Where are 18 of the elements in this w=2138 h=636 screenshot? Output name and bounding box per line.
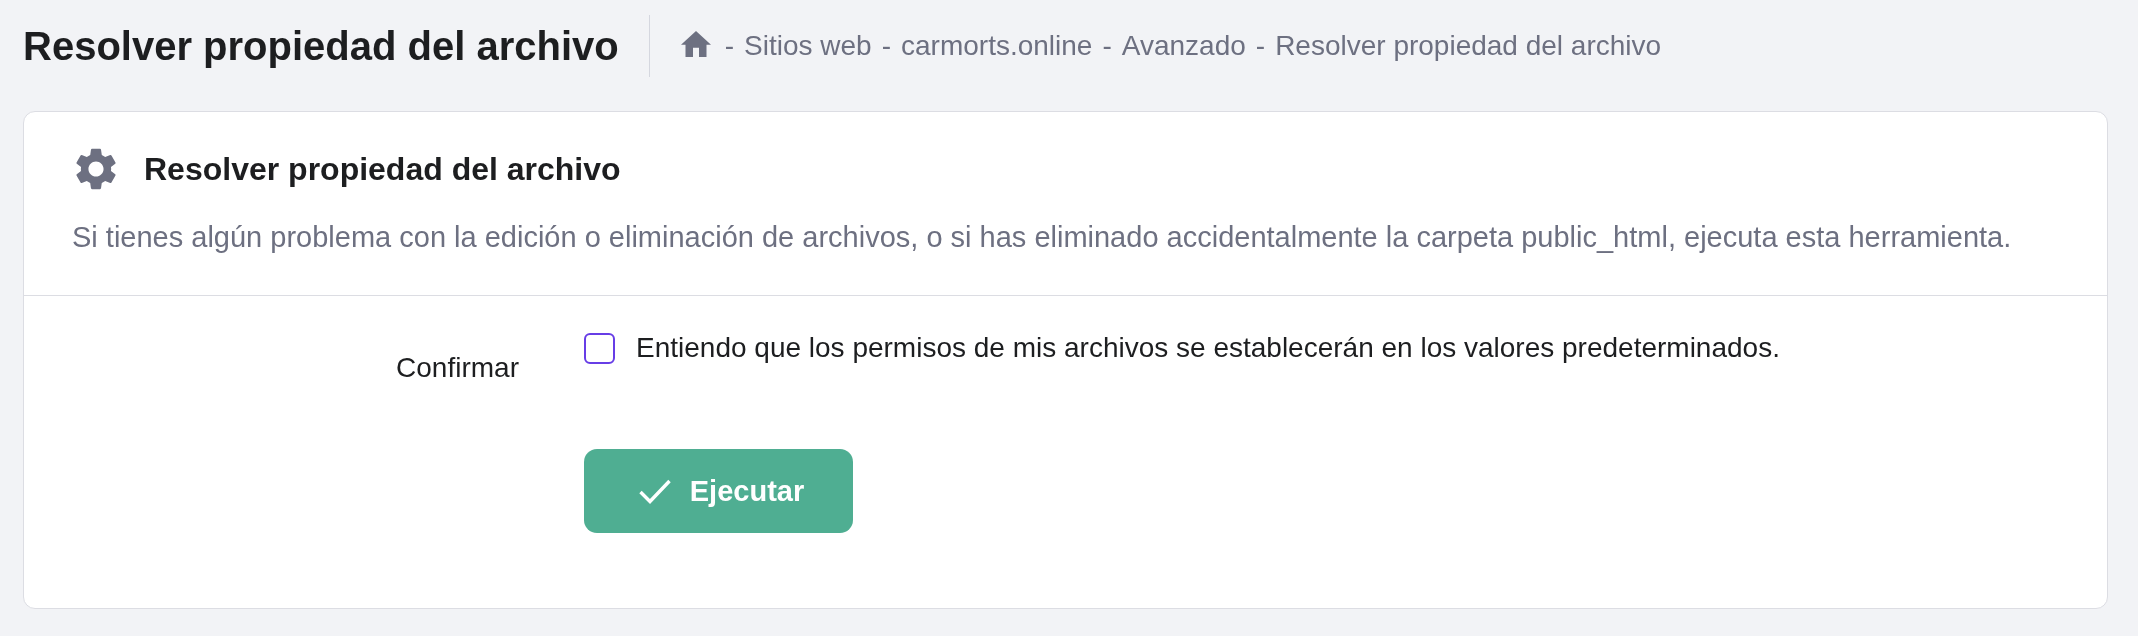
checkbox-label: Entiendo que los permisos de mis archivos se establecerán en los valores predeterminados.: [636, 332, 1780, 364]
field-label: Confirmar: [396, 352, 519, 384]
breadcrumb-separator: -: [881, 30, 892, 62]
card-title: Resolver propiedad del archivo: [144, 150, 621, 188]
breadcrumb-separator: -: [1102, 30, 1112, 62]
settings-icon: [76, 148, 116, 190]
check-icon: [638, 478, 671, 504]
breadcrumb-link[interactable]: Avanzado: [1121, 30, 1246, 62]
breadcrumb-link[interactable]: Sitios web: [744, 30, 872, 62]
checkbox[interactable]: [584, 332, 615, 364]
run-button[interactable]: Ejecutar: [584, 449, 853, 533]
breadcrumb-separator: -: [1255, 30, 1266, 62]
breadcrumb-link[interactable]: Resolver propiedad del archivo: [1275, 30, 1662, 62]
breadcrumb-link[interactable]: carmorts.online: [901, 30, 1093, 62]
breadcrumb-separator: -: [724, 30, 735, 62]
home-icon[interactable]: [680, 31, 711, 57]
card-description: Si tienes algún problema con la edición o eliminación de archivos, o si has eliminado accidentalmente la carpeta public_html, ejecuta esta herramienta.: [72, 221, 2013, 254]
page-title: Resolver propiedad del archivo: [23, 23, 619, 69]
